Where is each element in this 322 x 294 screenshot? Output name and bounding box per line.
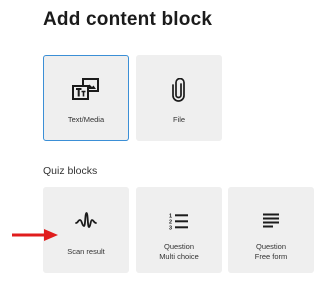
question-free-form-block-button[interactable]: Question Free form (228, 187, 314, 273)
question-multi-choice-block-button[interactable]: 1 2 3 Question Multi choice (136, 187, 222, 273)
question-free-form-label-line1: Question (255, 242, 287, 251)
paperclip-icon (137, 78, 221, 102)
question-multi-choice-label-line1: Question (163, 242, 195, 251)
question-free-form-label: Question Free form (229, 242, 313, 262)
waveform-icon (44, 210, 128, 230)
text-media-block-button[interactable]: Text/Media (43, 55, 129, 141)
text-media-icon (44, 78, 128, 102)
page-title: Add content block (43, 9, 213, 30)
question-multi-choice-label: Question Multi choice (137, 242, 221, 262)
numbered-list-icon: 1 2 3 (137, 212, 221, 230)
annotation-arrow-icon (12, 228, 58, 246)
question-free-form-label-line2: Free form (254, 252, 288, 261)
lines-icon (229, 213, 313, 228)
question-multi-choice-label-line2: Multi choice (159, 252, 199, 261)
quiz-blocks-heading: Quiz blocks (43, 165, 98, 177)
file-label: File (172, 115, 186, 124)
text-media-label: Text/Media (67, 115, 105, 124)
file-block-button[interactable]: File (136, 55, 222, 141)
scan-result-label: Scan result (67, 247, 105, 256)
svg-text:3: 3 (169, 226, 172, 231)
